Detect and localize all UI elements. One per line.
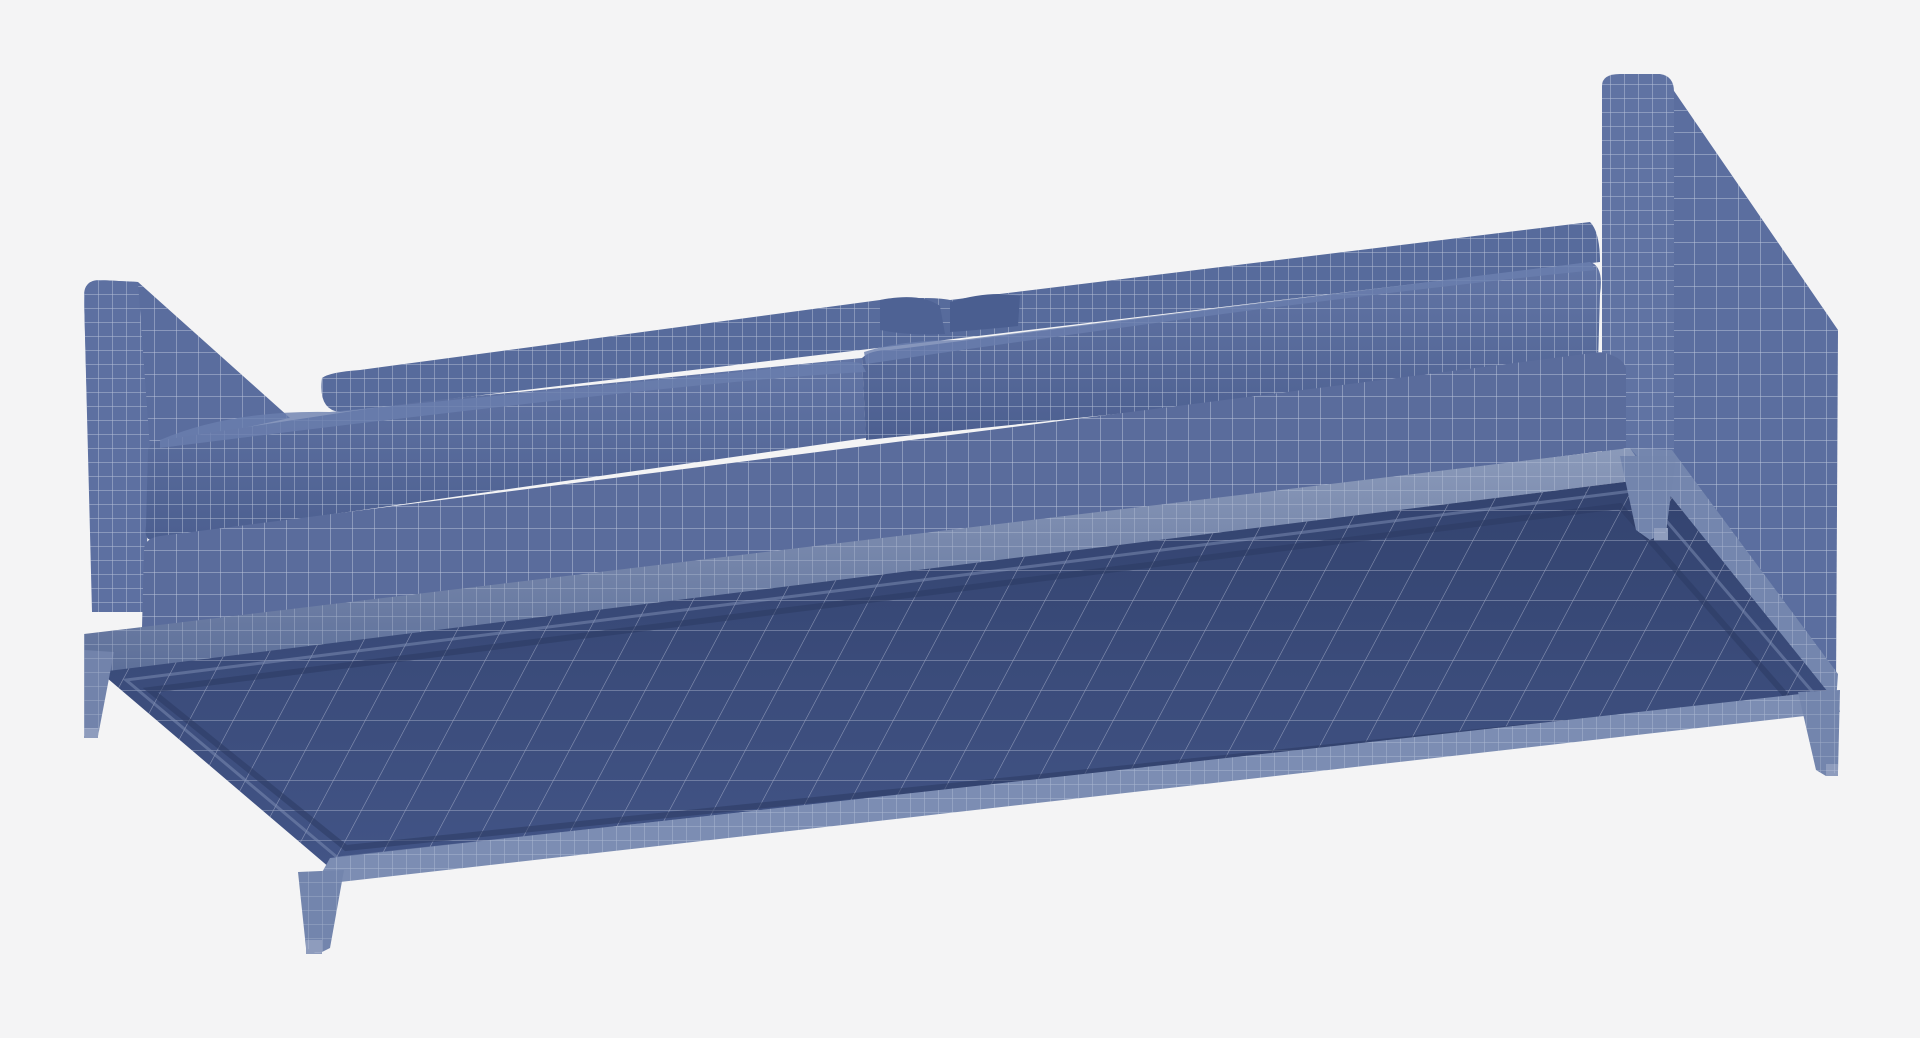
- sofa-render: [84, 74, 1840, 954]
- render-viewport: [0, 0, 1920, 1038]
